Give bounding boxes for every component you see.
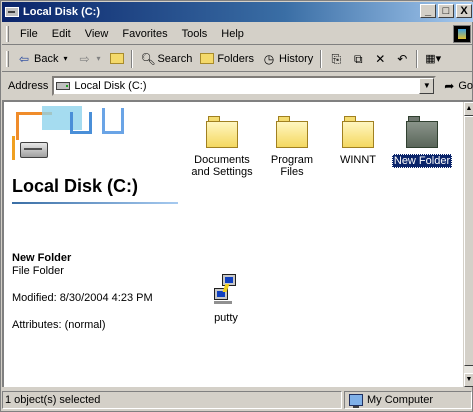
folder-up-icon <box>110 53 125 64</box>
web-view-pane: Local Disk (C:) New Folder File Folder M… <box>4 102 182 387</box>
scroll-up-button[interactable]: ▲ <box>464 102 473 116</box>
delete-button[interactable]: ✕ <box>369 48 391 70</box>
putty-icon <box>214 274 238 306</box>
menu-file[interactable]: File <box>13 28 45 40</box>
menu-bar: File Edit View Favorites Tools Help <box>2 23 473 45</box>
folder-icon <box>276 116 308 148</box>
forward-arrow-icon: ⇨ <box>79 51 90 66</box>
selected-item-modified: Modified: 8/30/2004 4:23 PM <box>12 292 153 304</box>
close-button[interactable]: X <box>456 4 472 18</box>
hard-drive-icon <box>20 142 48 158</box>
scroll-thumb[interactable] <box>464 116 473 366</box>
status-bar: 1 object(s) selected My Computer <box>2 389 473 411</box>
toolbar-grip[interactable] <box>6 50 9 67</box>
selected-item-attributes: Attributes: (normal) <box>12 319 106 331</box>
status-zone: My Computer <box>344 391 472 409</box>
search-icon: 🔍︎ <box>140 51 156 66</box>
window-controls: _ □ X <box>420 4 472 18</box>
history-label: History <box>279 52 314 65</box>
views-button[interactable]: ▦▾ <box>421 48 445 70</box>
item-label: Documents and Settings <box>191 154 253 178</box>
my-computer-icon <box>349 394 363 408</box>
pane-title: Local Disk (C:) <box>12 176 139 196</box>
status-selection: 1 object(s) selected <box>2 391 342 409</box>
menubar-grip[interactable] <box>6 25 9 42</box>
window-title: Local Disk (C:) <box>23 6 101 18</box>
item-label: Program Files <box>270 154 314 178</box>
search-button[interactable]: 🔍︎ Search <box>136 48 196 70</box>
address-bar: Address Local Disk (C:) ▼ ➦ Go <box>2 73 473 99</box>
folder-view[interactable]: Local Disk (C:) New Folder File Folder M… <box>2 100 473 387</box>
status-zone-label: My Computer <box>367 394 434 406</box>
search-label: Search <box>157 52 193 65</box>
folder-item-new-folder[interactable]: New Folder <box>390 116 454 168</box>
history-button[interactable]: ◷ History <box>258 48 317 70</box>
file-item-putty[interactable]: putty <box>194 274 258 324</box>
up-button[interactable] <box>106 48 128 70</box>
folder-icon <box>206 116 238 148</box>
explorer-window: Local Disk (C:) _ □ X File Edit View Fav… <box>0 0 473 412</box>
go-button[interactable]: ➦ Go <box>442 79 473 93</box>
item-label: WINNT <box>339 154 377 166</box>
folders-button[interactable]: Folders <box>196 48 258 70</box>
title-bar[interactable]: Local Disk (C:) _ □ X <box>2 2 473 22</box>
item-label: putty <box>214 312 238 324</box>
folders-icon <box>200 53 215 64</box>
move-to-button[interactable]: ⎘ <box>325 48 347 70</box>
folder-item-winnt[interactable]: WINNT <box>326 116 390 166</box>
back-label: Back <box>34 52 59 65</box>
toolbar-separator <box>320 49 323 68</box>
selected-item-type: File Folder <box>12 265 64 277</box>
toolbar-separator <box>416 49 419 68</box>
menu-favorites[interactable]: Favorites <box>115 28 174 40</box>
selected-item-name: New Folder <box>12 252 72 264</box>
copy-to-button[interactable]: ⧉ <box>347 48 369 70</box>
copy-to-icon: ⧉ <box>353 51 363 66</box>
chevron-down-icon: ▾ <box>63 53 68 63</box>
back-arrow-icon: ⇦ <box>18 51 30 66</box>
standard-toolbar: ⇦ Back ▾ ⇨ ▾ 🔍︎ Search Folders ◷ History… <box>2 46 473 72</box>
folders-label: Folders <box>217 52 255 65</box>
vertical-scrollbar[interactable]: ▲ ▼ <box>463 102 473 387</box>
back-button[interactable]: ⇦ Back ▾ <box>13 48 73 70</box>
views-icon: ▦▾ <box>425 53 442 65</box>
drive-icon <box>5 7 19 17</box>
address-label: Address <box>8 80 49 92</box>
folder-icon <box>342 116 374 148</box>
toolbar-separator <box>131 49 134 68</box>
scroll-down-button[interactable]: ▼ <box>464 373 473 387</box>
folder-icon <box>406 116 438 148</box>
drive-banner-graphic <box>12 106 132 166</box>
menu-tools[interactable]: Tools <box>175 28 215 40</box>
history-icon: ◷ <box>263 51 275 66</box>
forward-button[interactable]: ⇨ ▾ <box>73 48 106 70</box>
chevron-down-icon: ▾ <box>96 53 101 63</box>
title-divider <box>12 202 178 204</box>
folder-item-program-files[interactable]: Program Files <box>260 116 324 178</box>
menu-help[interactable]: Help <box>214 28 251 40</box>
drive-icon <box>56 82 71 90</box>
undo-icon: ↶ <box>397 51 408 66</box>
maximize-button[interactable]: □ <box>438 4 454 18</box>
address-input[interactable]: Local Disk (C:) ▼ <box>52 76 437 96</box>
menu-view[interactable]: View <box>78 28 116 40</box>
folder-item-documents-and-settings[interactable]: Documents and Settings <box>190 116 254 178</box>
windows-logo-icon <box>453 25 471 43</box>
address-dropdown-button[interactable]: ▼ <box>419 78 435 94</box>
minimize-button[interactable]: _ <box>420 4 436 18</box>
go-arrow-icon: ➦ <box>444 79 455 93</box>
menu-edit[interactable]: Edit <box>45 28 78 40</box>
item-label-selected: New Folder <box>391 154 453 168</box>
address-value: Local Disk (C:) <box>74 80 147 92</box>
undo-button[interactable]: ↶ <box>391 48 413 70</box>
move-to-icon: ⎘ <box>331 51 342 66</box>
delete-icon: ✕ <box>375 51 386 66</box>
go-label: Go <box>458 80 473 92</box>
